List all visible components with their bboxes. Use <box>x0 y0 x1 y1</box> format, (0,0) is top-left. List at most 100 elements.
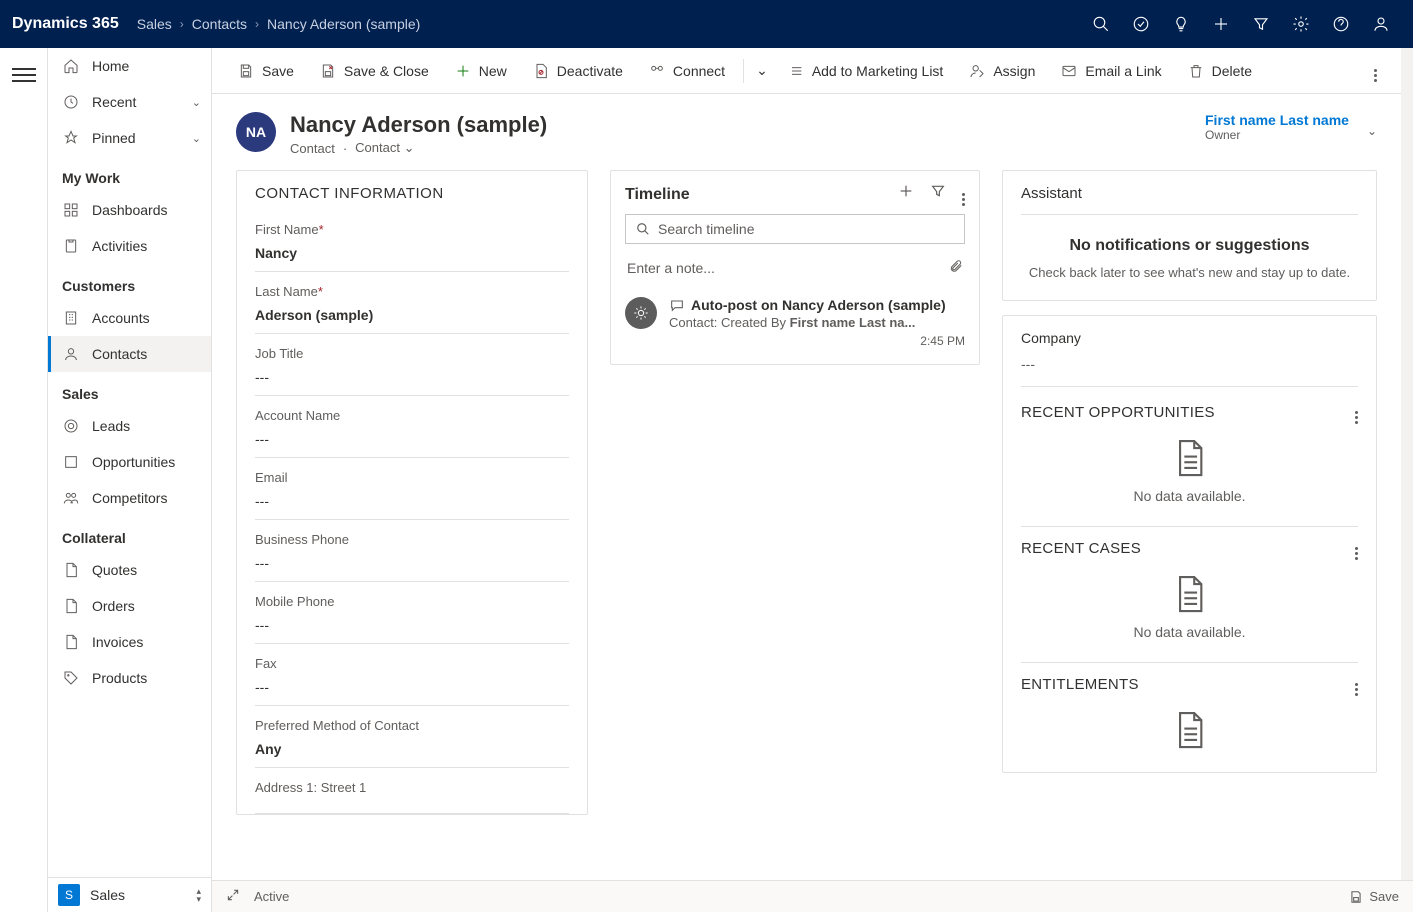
field-value: Aderson (sample) <box>255 299 569 334</box>
deactivate-button[interactable]: Deactivate <box>521 57 635 85</box>
status-save-button[interactable]: Save <box>1349 889 1399 904</box>
sidebar-item-orders[interactable]: Orders <box>48 588 211 624</box>
sidebar-item-opportunities[interactable]: Opportunities <box>48 444 211 480</box>
contact-field[interactable]: Preferred Method of ContactAny <box>237 706 587 768</box>
document-icon <box>1173 710 1207 750</box>
sidebar-item-recent[interactable]: Recent ⌄ <box>48 84 211 120</box>
sidebar-item-products[interactable]: Products <box>48 660 211 696</box>
timeline-search[interactable]: Search timeline <box>625 214 965 244</box>
sidebar-item-dashboards[interactable]: Dashboards <box>48 192 211 228</box>
lightbulb-icon[interactable] <box>1161 0 1201 48</box>
section-title: ENTITLEMENTS <box>1021 676 1139 693</box>
sidebar-item-pinned[interactable]: Pinned ⌄ <box>48 120 211 156</box>
empty-text: No data available. <box>1133 488 1245 504</box>
field-value: Any <box>255 733 569 768</box>
sidebar-item-label: Pinned <box>92 130 136 146</box>
brand-label: Dynamics 365 <box>12 15 119 33</box>
assign-icon <box>969 63 985 79</box>
chevron-right-icon: › <box>255 17 259 31</box>
sidebar-item-quotes[interactable]: Quotes <box>48 552 211 588</box>
save-button[interactable]: Save <box>226 57 306 85</box>
search-icon[interactable] <box>1081 0 1121 48</box>
field-value: --- <box>255 485 569 520</box>
global-topbar: Dynamics 365 Sales › Contacts › Nancy Ad… <box>0 0 1413 48</box>
add-marketing-button[interactable]: Add to Marketing List <box>776 57 956 85</box>
field-label: Business Phone <box>255 520 569 547</box>
attachment-icon[interactable] <box>949 258 963 277</box>
field-value: Nancy <box>255 237 569 272</box>
people-icon <box>62 489 80 507</box>
breadcrumb-entity[interactable]: Contacts <box>192 16 247 32</box>
delete-button[interactable]: Delete <box>1176 57 1264 85</box>
contact-field[interactable]: Job Title--- <box>237 334 587 396</box>
help-icon[interactable] <box>1321 0 1361 48</box>
save-close-button[interactable]: Save & Close <box>308 57 441 85</box>
contact-field[interactable]: First Name*Nancy <box>237 210 587 272</box>
assign-button[interactable]: Assign <box>957 57 1047 85</box>
section-title: RECENT CASES <box>1021 540 1141 557</box>
autopost-icon <box>625 297 657 329</box>
vertical-scrollbar[interactable] <box>1401 48 1413 912</box>
empty-text: No data available. <box>1133 624 1245 640</box>
command-overflow[interactable] <box>1364 53 1387 88</box>
hamburger-icon[interactable] <box>12 64 36 912</box>
contact-field[interactable]: Fax--- <box>237 644 587 706</box>
company-value[interactable]: --- <box>1021 346 1358 387</box>
clipboard-icon <box>62 237 80 255</box>
save-close-icon <box>320 63 336 79</box>
chevron-down-icon: ⌄ <box>756 62 768 79</box>
timeline-more-icon[interactable] <box>962 183 965 206</box>
field-value: --- <box>255 361 569 396</box>
filter-icon[interactable] <box>1241 0 1281 48</box>
contact-field[interactable]: Mobile Phone--- <box>237 582 587 644</box>
contact-field[interactable]: Address 1: Street 1 <box>237 768 587 814</box>
breadcrumb: Sales › Contacts › Nancy Aderson (sample… <box>137 16 421 32</box>
sidebar-item-label: Dashboards <box>92 202 168 218</box>
field-label: Last Name* <box>255 272 569 299</box>
sidebar-item-label: Contacts <box>92 346 147 362</box>
timeline-add-icon[interactable] <box>898 183 914 206</box>
gear-icon[interactable] <box>1281 0 1321 48</box>
email-link-button[interactable]: Email a Link <box>1049 57 1173 85</box>
sidebar-item-invoices[interactable]: Invoices <box>48 624 211 660</box>
header-expand-icon[interactable]: ⌄ <box>1367 112 1377 138</box>
contact-field[interactable]: Last Name*Aderson (sample) <box>237 272 587 334</box>
breadcrumb-area[interactable]: Sales <box>137 16 172 32</box>
section-more-icon[interactable] <box>1355 673 1358 696</box>
person-icon[interactable] <box>1361 0 1401 48</box>
area-badge: S <box>58 884 80 906</box>
form-selector[interactable]: Contact ⌄ <box>355 140 414 156</box>
task-icon[interactable] <box>1121 0 1161 48</box>
area-switcher[interactable]: S Sales ▴▾ <box>48 877 211 912</box>
timeline-filter-icon[interactable] <box>930 183 946 206</box>
breadcrumb-record[interactable]: Nancy Aderson (sample) <box>267 16 420 32</box>
field-label: Address 1: Street 1 <box>255 768 569 795</box>
section-more-icon[interactable] <box>1355 537 1358 560</box>
new-button[interactable]: New <box>443 57 519 85</box>
contact-field[interactable]: Email--- <box>237 458 587 520</box>
field-label: Account Name <box>255 396 569 423</box>
sidebar-item-contacts[interactable]: Contacts <box>48 336 211 372</box>
contact-field[interactable]: Account Name--- <box>237 396 587 458</box>
timeline-panel: Timeline Search timeline Enter a note... <box>610 170 980 365</box>
home-icon <box>62 57 80 75</box>
assistant-sub: Check back later to see what's new and s… <box>1021 265 1358 280</box>
sidebar-item-label: Quotes <box>92 562 137 578</box>
timeline-note-input[interactable]: Enter a note... <box>625 254 965 281</box>
sidebar-item-accounts[interactable]: Accounts <box>48 300 211 336</box>
contact-field[interactable]: Business Phone--- <box>237 520 587 582</box>
sidebar-item-activities[interactable]: Activities <box>48 228 211 264</box>
timeline-entry[interactable]: Auto-post on Nancy Aderson (sample) Cont… <box>611 289 979 364</box>
add-icon[interactable] <box>1201 0 1241 48</box>
dashboard-icon <box>62 201 80 219</box>
owner-field[interactable]: First name Last name Owner <box>1205 112 1349 142</box>
expand-icon[interactable] <box>226 888 240 905</box>
sidebar-item-home[interactable]: Home <box>48 48 211 84</box>
field-label: First Name* <box>255 210 569 237</box>
sidebar-item-competitors[interactable]: Competitors <box>48 480 211 516</box>
entry-title: Auto-post on Nancy Aderson (sample) <box>691 297 946 313</box>
connect-dropdown[interactable]: ⌄ <box>750 56 774 85</box>
sidebar-item-leads[interactable]: Leads <box>48 408 211 444</box>
section-more-icon[interactable] <box>1355 401 1358 424</box>
connect-button[interactable]: Connect <box>637 57 737 85</box>
